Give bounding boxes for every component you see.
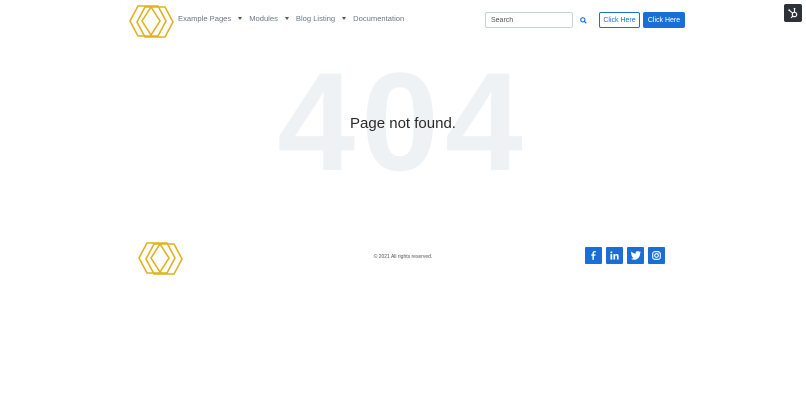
twitter-link[interactable]: [627, 247, 644, 264]
caret-down-icon: [238, 17, 243, 20]
instagram-link[interactable]: [648, 247, 665, 264]
nav-item-example-pages[interactable]: Example Pages: [178, 14, 243, 23]
search-icon: [579, 16, 587, 24]
caret-down-icon: [342, 17, 347, 20]
nav-item-modules[interactable]: Modules: [249, 14, 289, 23]
site-header: Example Pages Modules Blog Listing Docum…: [0, 0, 806, 40]
instagram-icon: [652, 251, 661, 260]
facebook-link[interactable]: [585, 247, 602, 264]
nav-label: Modules: [249, 14, 278, 23]
nav-item-documentation[interactable]: Documentation: [353, 14, 404, 23]
search-button[interactable]: [578, 15, 588, 25]
cta-solid-button[interactable]: Click Here: [643, 12, 685, 28]
nav-item-blog-listing[interactable]: Blog Listing: [295, 14, 347, 23]
twitter-icon: [630, 251, 641, 260]
nav-label: Example Pages: [178, 14, 232, 23]
cta-outline-button[interactable]: Click Here: [599, 12, 640, 28]
main-nav: Example Pages Modules Blog Listing Docum…: [178, 14, 404, 23]
nav-label: Documentation: [353, 14, 405, 23]
copyright-text: © 2021 All rights reserved.: [373, 254, 433, 260]
facebook-icon: [591, 251, 596, 260]
nav-label: Blog Listing: [295, 14, 336, 23]
site-logo[interactable]: [127, 4, 175, 38]
linkedin-icon: [610, 251, 619, 260]
hubspot-icon: [788, 7, 798, 19]
hubspot-button[interactable]: [784, 4, 802, 22]
page: Example Pages Modules Blog Listing Docum…: [0, 0, 806, 393]
caret-down-icon: [284, 17, 289, 20]
linkedin-link[interactable]: [606, 247, 623, 264]
page-not-found-message: Page not found.: [350, 115, 456, 132]
search-input[interactable]: [485, 12, 573, 28]
